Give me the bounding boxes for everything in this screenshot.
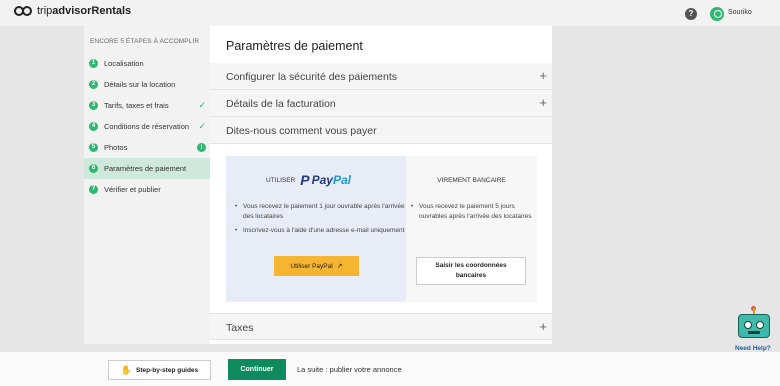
bank-transfer-option: VIREMENT BANCAIRE Vous recevez le paieme…: [406, 156, 537, 302]
next-step-text: La suite : publier votre annonce: [297, 365, 402, 374]
hand-wave-icon: ✋: [120, 364, 133, 375]
paypal-benefits: Vous recevez le paiement 1 jour ouvrable…: [234, 202, 406, 240]
brand-advisor: advisor: [52, 5, 92, 17]
expand-plus-icon[interactable]: +: [539, 319, 547, 334]
bank-transfer-heading: VIREMENT BANCAIRE: [437, 177, 506, 184]
step-by-step-guides-button[interactable]: ✋ Step-by-step guides: [108, 360, 211, 380]
sidebar-step-paiement[interactable]: 6 Paramètres de paiement: [84, 158, 210, 179]
section-label: Configurer la sécurité des paiements: [226, 71, 398, 83]
tripadvisor-rentals-logo[interactable]: trip advisor Rentals: [14, 5, 131, 17]
step-number: 7: [89, 185, 98, 194]
username[interactable]: Souriko: [728, 9, 752, 16]
paypal-logo: PayPal: [311, 173, 351, 187]
use-paypal-button[interactable]: Utiliser PayPal ↗: [274, 256, 359, 276]
sidebar-step-photos[interactable]: 5 Photos !: [84, 137, 210, 158]
expand-plus-icon[interactable]: +: [539, 68, 547, 83]
owl-icon: [14, 6, 34, 16]
section-label: Détails de la facturation: [226, 98, 336, 110]
step-label: Tarifs, taxes et frais: [104, 101, 169, 110]
warning-icon: !: [197, 143, 206, 152]
step-label: Paramètres de paiement: [104, 164, 187, 173]
steps-heading: ENCORE 5 ÉTAPES À ACCOMPLIR: [90, 38, 200, 45]
step-label: Localisation: [104, 59, 144, 68]
need-help-label[interactable]: Need Help?: [735, 345, 771, 352]
help-icon[interactable]: ?: [685, 8, 697, 20]
brand-rentals: Rentals: [91, 5, 132, 17]
list-item: Vous recevez le paiement 1 jour ouvrable…: [234, 202, 406, 222]
section-billing-details[interactable]: Détails de la facturation +: [210, 90, 552, 117]
list-item: Inscrivez-vous à l'aide d'une adresse e-…: [234, 226, 406, 236]
step-label: Vérifier et publier: [104, 185, 161, 194]
sidebar-step-tarifs[interactable]: 3 Tarifs, taxes et frais ✓: [84, 95, 210, 116]
section-taxes[interactable]: Taxes +: [210, 313, 552, 340]
sidebar-step-verifier[interactable]: 7 Vérifier et publier: [84, 179, 210, 200]
steps-sidebar: ENCORE 5 ÉTAPES À ACCOMPLIR 1 Localisati…: [84, 26, 210, 344]
button-label: Step-by-step guides: [136, 366, 199, 374]
continue-button[interactable]: Continuer: [228, 359, 286, 380]
bottom-action-bar: ✋ Step-by-step guides Continuer La suite…: [0, 352, 780, 386]
checkmark-icon: ✓: [198, 121, 206, 131]
sidebar-step-localisation[interactable]: 1 Localisation: [84, 53, 210, 74]
external-link-icon: ↗: [336, 263, 343, 270]
step-number: 5: [89, 143, 98, 152]
step-number: 2: [89, 80, 98, 89]
step-label: Détails sur la location: [104, 80, 176, 89]
paypal-header: UTILISER P PayPal: [266, 172, 351, 188]
top-bar: trip advisor Rentals ? Souriko: [0, 0, 780, 26]
section-payout-method[interactable]: Dites-nous comment vous payer: [210, 117, 552, 144]
step-number: 4: [89, 122, 98, 131]
step-number: 1: [89, 59, 98, 68]
help-robot-icon[interactable]: [736, 306, 772, 340]
step-label: Photos: [104, 143, 128, 152]
checkmark-icon: ✓: [198, 100, 206, 110]
sidebar-step-details[interactable]: 2 Détails sur la location: [84, 74, 210, 95]
button-label: Utiliser PayPal: [290, 262, 333, 270]
step-label: Conditions de réservation: [104, 122, 190, 131]
list-item: Vous recevez le paiement 5 jours ouvrabl…: [410, 202, 537, 222]
main-panel: Paramètres de paiement Configurer la séc…: [210, 26, 552, 344]
enter-bank-details-button[interactable]: Saisir les coordonnées bancaires: [416, 257, 526, 285]
paypal-p-icon: P: [300, 172, 310, 188]
sidebar-step-conditions[interactable]: 4 Conditions de réservation ✓: [84, 116, 210, 137]
payout-options: UTILISER P PayPal Vous recevez le paieme…: [226, 156, 537, 302]
brand-trip: trip: [37, 5, 53, 17]
page-title: Paramètres de paiement: [226, 39, 363, 53]
paypal-option: UTILISER P PayPal Vous recevez le paieme…: [226, 156, 406, 302]
expand-plus-icon[interactable]: +: [539, 95, 547, 110]
step-number: 6: [89, 164, 98, 173]
use-label: UTILISER: [266, 176, 296, 184]
section-label: Taxes: [226, 322, 254, 334]
bank-benefits: Vous recevez le paiement 5 jours ouvrabl…: [410, 202, 537, 226]
section-payment-security[interactable]: Configurer la sécurité des paiements +: [210, 63, 552, 90]
section-label: Dites-nous comment vous payer: [226, 125, 377, 137]
step-number: 3: [89, 101, 98, 110]
user-avatar-icon[interactable]: [710, 7, 724, 21]
